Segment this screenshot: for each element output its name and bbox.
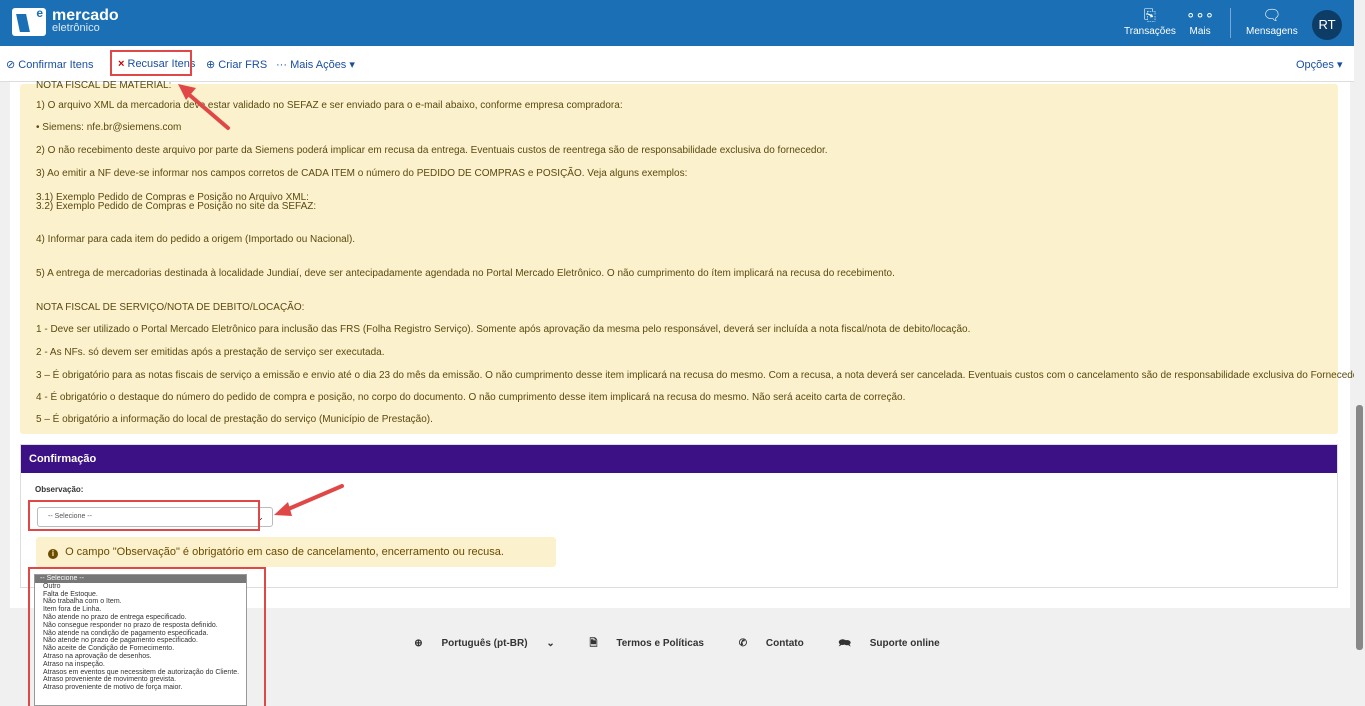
- scrollbar-thumb[interactable]: [1356, 405, 1363, 650]
- arrow-to-refuse: [178, 84, 230, 130]
- arrow-to-select: [274, 484, 344, 516]
- annotation-arrows: [178, 84, 344, 516]
- scrollbar[interactable]: [1354, 0, 1365, 706]
